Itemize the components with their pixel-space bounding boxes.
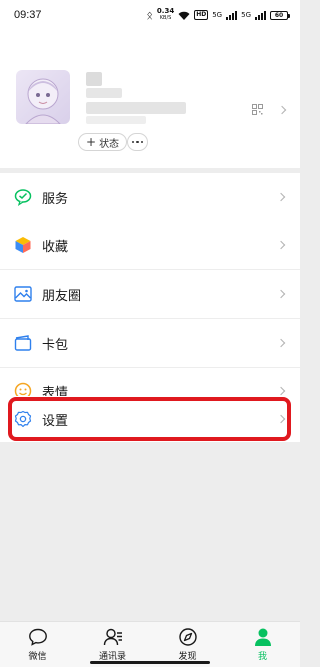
plus-icon: + (86, 135, 97, 149)
contacts-icon (103, 628, 122, 646)
favorites-icon (15, 237, 31, 253)
tab-me[interactable]: 我 (225, 622, 300, 667)
menu-label-service: 服务 (42, 191, 69, 207)
chevron-right-icon (276, 289, 286, 299)
status-time: 09:37 (14, 9, 42, 21)
more-dot (140, 140, 144, 144)
qr-code-icon[interactable] (252, 104, 263, 115)
network-speed: 0.34 KB/S (157, 8, 174, 22)
more-button[interactable] (127, 133, 148, 151)
status-bar: 09:37 ᛟ 0.34 KB/S HD 5G 5G 60 (0, 0, 300, 30)
tab-label-chats: 微信 (28, 652, 47, 662)
avatar-illustration (25, 78, 61, 124)
menu-item-moments[interactable]: 朋友圈 (0, 270, 300, 318)
chevron-right-icon (276, 240, 286, 250)
settings-highlight-box (8, 397, 291, 441)
signal-bars-icon (226, 10, 238, 20)
bluetooth-icon: ᛟ (146, 8, 153, 22)
network-speed-value: 0.34 (156, 7, 175, 15)
more-dot (136, 140, 139, 144)
chat-icon (28, 628, 47, 646)
profile-header[interactable]: + 状态 (0, 30, 300, 168)
battery-icon: 60 (270, 10, 290, 20)
menu-label-moments: 朋友圈 (42, 288, 82, 304)
home-indicator[interactable] (90, 661, 210, 664)
profile-chevron-icon (277, 105, 287, 115)
hd-badge: HD (194, 10, 209, 20)
chevron-right-icon (276, 386, 286, 396)
tab-label-me: 我 (257, 652, 267, 662)
service-icon (14, 189, 32, 206)
chevron-right-icon (276, 192, 286, 202)
moments-icon (14, 286, 32, 302)
card-wallet-icon (14, 335, 32, 351)
avatar[interactable] (16, 70, 70, 124)
tab-chats[interactable]: 微信 (0, 622, 75, 667)
me-icon (254, 628, 271, 646)
menu-label-card-wallet: 卡包 (42, 337, 69, 353)
more-dot (131, 140, 135, 144)
status-icons: ᛟ 0.34 KB/S HD 5G 5G 60 (146, 8, 290, 22)
menu-item-favorites[interactable]: 收藏 (0, 221, 300, 269)
nickname-blurred (86, 72, 102, 86)
signal-label-1: 5G (212, 11, 223, 19)
discover-icon (178, 628, 197, 646)
menu-item-service[interactable]: 服务 (0, 173, 300, 221)
signal-bars-icon-2 (255, 10, 266, 20)
menu-item-card-wallet[interactable]: 卡包 (0, 319, 300, 367)
signal-label-2: 5G (241, 11, 251, 19)
add-status-button[interactable]: + 状态 (78, 133, 128, 151)
wifi-icon (178, 11, 190, 20)
menu-label-favorites: 收藏 (42, 239, 69, 255)
wechat-id-blurred (86, 102, 186, 114)
add-status-label: 状态 (99, 138, 120, 150)
network-speed-unit: KB/S (159, 15, 172, 21)
nickname-blurred-2 (86, 88, 122, 98)
chevron-right-icon (276, 338, 286, 348)
battery-level: 60 (274, 11, 284, 19)
wechat-id-blurred-2 (86, 116, 146, 124)
